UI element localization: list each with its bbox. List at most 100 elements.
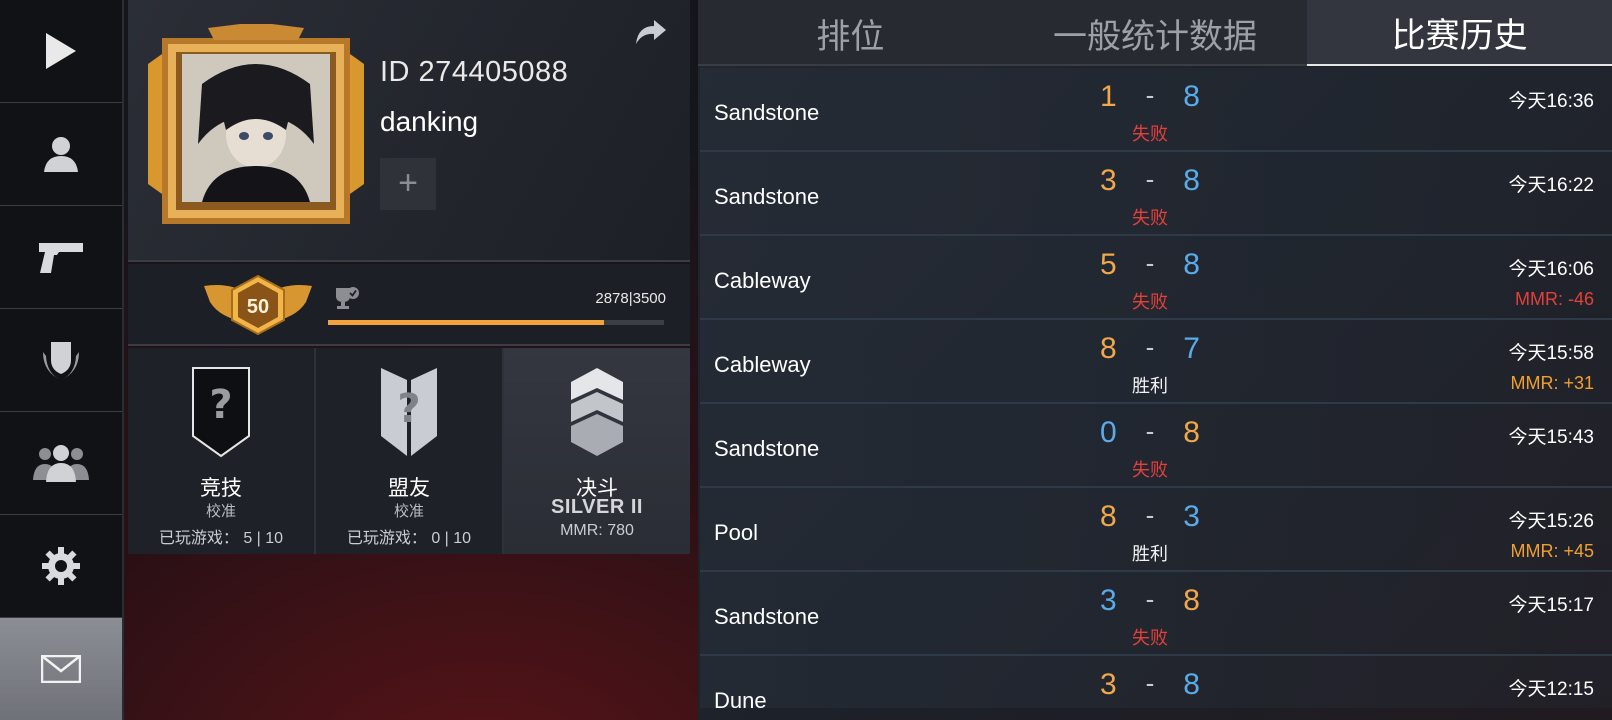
- match-score: 8-7: [1100, 332, 1200, 366]
- xp-progress-bar: [328, 320, 664, 325]
- level-number: 50: [246, 296, 270, 318]
- avatar-image: [182, 54, 330, 202]
- match-score: 8-3: [1100, 500, 1200, 534]
- mode-card-competitive[interactable]: ? 竞技 校准 已玩游戏： 5 | 10: [128, 348, 316, 554]
- gear-icon: [42, 547, 80, 585]
- silver-rank-emblem-icon: [571, 368, 623, 456]
- score-separator: -: [1145, 668, 1155, 698]
- tab-ranking[interactable]: 排位: [698, 0, 1003, 66]
- score-separator: -: [1145, 500, 1155, 530]
- match-score: 3-8: [1100, 584, 1200, 618]
- avatar[interactable]: [148, 24, 364, 230]
- match-score: 3-8: [1100, 668, 1200, 702]
- match-history-list[interactable]: Sandstone 1-8 失败 今天16:36 Sandstone 3-8 失败 今天16:…: [700, 68, 1612, 708]
- score-left: 3: [1100, 584, 1117, 617]
- mode-status: 校准: [393, 503, 424, 520]
- map-name: Sandstone: [714, 436, 820, 461]
- match-score: 5-8: [1100, 248, 1200, 282]
- nav-play[interactable]: [0, 0, 122, 103]
- unranked-shield-icon: ?: [192, 367, 250, 458]
- mode-card-allies[interactable]: ? 盟友 校准 已玩游戏： 0 | 10: [316, 348, 504, 554]
- score-left: 8: [1100, 332, 1117, 365]
- mode-games-played: 已玩游戏： 5 | 10: [158, 530, 284, 547]
- mode-mmr: MMR: 780: [560, 522, 634, 539]
- level-row: 50 2878|3500: [128, 264, 690, 346]
- match-row[interactable]: Sandstone 3-8 失败 今天15:17: [700, 572, 1612, 656]
- profile-header: ID 274405088 danking +: [128, 0, 690, 262]
- mode-status: 校准: [205, 503, 236, 520]
- match-time: 今天16:06: [1508, 259, 1594, 280]
- map-name: Pool: [714, 520, 759, 545]
- match-result: 失败: [1132, 292, 1168, 312]
- score-right: 8: [1183, 584, 1200, 617]
- add-button[interactable]: +: [380, 158, 436, 210]
- score-left: 3: [1100, 164, 1117, 197]
- match-mmr-change: MMR: -46: [1514, 289, 1594, 309]
- match-score: 0-8: [1100, 416, 1200, 450]
- unranked-allies-emblem-icon: ?: [381, 368, 437, 456]
- tab-general-stats[interactable]: 一般统计数据: [1003, 0, 1308, 66]
- match-row[interactable]: Sandstone 3-8 失败 今天16:22: [700, 152, 1612, 236]
- match-row[interactable]: Cableway 8-7 胜利 今天15:58 MMR: +31: [700, 320, 1612, 404]
- xp-text: 2878|3500: [595, 290, 666, 307]
- mode-card-duel[interactable]: 决斗 SILVER II MMR: 780: [504, 348, 690, 554]
- svg-text:?: ?: [209, 382, 232, 428]
- mode-cards: ? 竞技 校准 已玩游戏： 5 | 10 ? 盟友 校准 已玩游戏： 0 | 1…: [128, 348, 690, 554]
- nav-clan[interactable]: [0, 309, 122, 412]
- score-left: 3: [1100, 668, 1117, 701]
- nav-weapons[interactable]: [0, 206, 122, 309]
- match-time: 今天16:36: [1508, 91, 1594, 112]
- score-right: 8: [1183, 416, 1200, 449]
- score-left: 1: [1100, 80, 1117, 113]
- player-name: danking: [380, 106, 479, 137]
- pistol-icon: [39, 243, 83, 273]
- match-result: 胜利: [1132, 544, 1168, 564]
- mail-icon: [41, 655, 81, 683]
- score-right: 8: [1183, 668, 1200, 701]
- match-result: 失败: [1132, 208, 1168, 228]
- score-left: 0: [1100, 416, 1117, 449]
- score-left: 8: [1100, 500, 1117, 533]
- svg-text:?: ?: [397, 386, 420, 432]
- match-row[interactable]: Dune 3-8 今天12:15: [700, 656, 1612, 708]
- score-separator: -: [1145, 164, 1155, 194]
- match-time: 今天15:43: [1508, 427, 1594, 448]
- match-row[interactable]: Sandstone 1-8 失败 今天16:36: [700, 68, 1612, 152]
- nav-friends[interactable]: [0, 412, 122, 515]
- stats-panel: 排位 一般统计数据 比赛历史 Sandstone 1-8 失败 今天16:36 Sand…: [698, 0, 1612, 720]
- profile-icon: [44, 137, 78, 172]
- nav-profile[interactable]: [0, 103, 122, 206]
- map-name: Sandstone: [714, 100, 820, 125]
- xp-progress-fill: [328, 320, 605, 325]
- match-result: 胜利: [1132, 376, 1168, 396]
- mode-title: 盟友: [388, 477, 430, 500]
- friends-icon: [33, 445, 89, 482]
- map-name: Dune: [714, 688, 767, 708]
- nav-settings[interactable]: [0, 515, 122, 618]
- match-result: 失败: [1132, 628, 1168, 648]
- match-result: 失败: [1132, 124, 1168, 144]
- play-icon: [46, 33, 76, 69]
- tab-match-history[interactable]: 比赛历史: [1307, 0, 1612, 66]
- score-right: 8: [1183, 80, 1200, 113]
- avatar-illustration-icon: [182, 54, 330, 202]
- match-row[interactable]: Cableway 5-8 失败 今天16:06 MMR: -46: [700, 236, 1612, 320]
- left-nav: [0, 0, 124, 720]
- map-name: Cableway: [714, 268, 811, 293]
- match-result: 失败: [1132, 460, 1168, 480]
- score-separator: -: [1145, 332, 1155, 362]
- match-mmr-change: MMR: +45: [1510, 541, 1594, 561]
- match-score: 3-8: [1100, 164, 1200, 198]
- score-right: 3: [1183, 500, 1200, 533]
- share-icon[interactable]: [634, 18, 668, 46]
- match-time: 今天15:58: [1508, 343, 1594, 364]
- player-id: ID 274405088: [380, 56, 569, 88]
- match-row[interactable]: Pool 8-3 胜利 今天15:26 MMR: +45: [700, 488, 1612, 572]
- tab-bar: 排位 一般统计数据 比赛历史: [698, 0, 1612, 66]
- score-left: 5: [1100, 248, 1117, 281]
- map-name: Cableway: [714, 352, 811, 377]
- nav-mail[interactable]: [0, 618, 122, 720]
- map-name: Sandstone: [714, 604, 820, 629]
- mode-rank: SILVER II: [551, 496, 643, 518]
- match-row[interactable]: Sandstone 0-8 失败 今天15:43: [700, 404, 1612, 488]
